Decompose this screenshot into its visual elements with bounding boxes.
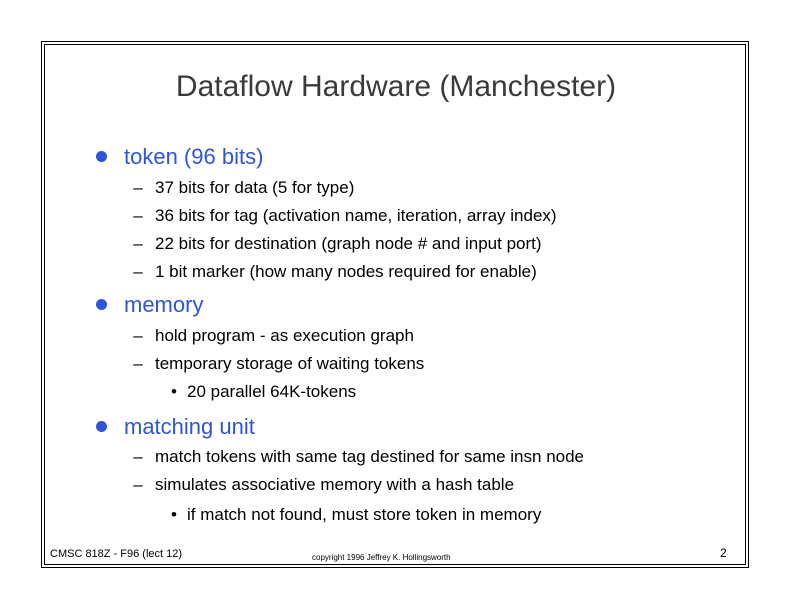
bullet-dot-icon: [96, 421, 107, 432]
bullet-heading-text: token (96 bits): [124, 144, 264, 169]
sub-list-item: • if match not found, must store token i…: [171, 505, 542, 525]
sub-list-item-text: 20 parallel 64K-tokens: [187, 382, 357, 401]
dash-icon: –: [133, 234, 143, 253]
bullet-heading-matching-unit: matching unit: [96, 414, 255, 440]
dash-icon: –: [133, 206, 143, 225]
sub-list-item-text: if match not found, must store token in …: [187, 505, 542, 524]
list-item-text: 37 bits for data (5 for type): [155, 178, 355, 197]
list-item: – 1 bit marker (how many nodes required …: [133, 262, 537, 282]
list-item: – 22 bits for destination (graph node # …: [133, 234, 542, 254]
bullet-heading-text: matching unit: [124, 414, 255, 439]
bullet-heading-token: token (96 bits): [96, 144, 264, 170]
list-item-text: 22 bits for destination (graph node # an…: [155, 234, 542, 253]
dash-icon: –: [133, 178, 143, 197]
sub-list-item: • 20 parallel 64K-tokens: [171, 382, 357, 402]
slide-body: token (96 bits) – 37 bits for data (5 fo…: [0, 0, 792, 612]
dash-icon: –: [133, 447, 143, 466]
dash-icon: –: [133, 354, 143, 373]
list-item-text: 1 bit marker (how many nodes required fo…: [155, 262, 537, 281]
bullet-dot-icon: [96, 151, 107, 162]
sub-bullet-icon: •: [171, 382, 177, 401]
bullet-dot-icon: [96, 299, 107, 310]
list-item-text: temporary storage of waiting tokens: [155, 354, 425, 373]
sub-bullet-icon: •: [171, 505, 177, 524]
list-item: – hold program - as execution graph: [133, 326, 414, 346]
bullet-heading-memory: memory: [96, 292, 204, 318]
list-item: – 37 bits for data (5 for type): [133, 178, 355, 198]
list-item-text: match tokens with same tag destined for …: [155, 447, 585, 466]
dash-icon: –: [133, 326, 143, 345]
bullet-heading-text: memory: [124, 292, 204, 317]
dash-icon: –: [133, 262, 143, 281]
page-number: 2: [720, 546, 727, 560]
footer-course: CMSC 818Z - F96 (lect 12): [50, 548, 183, 560]
list-item: – match tokens with same tag destined fo…: [133, 447, 585, 467]
list-item: – simulates associative memory with a ha…: [133, 475, 515, 495]
list-item: – temporary storage of waiting tokens: [133, 354, 425, 374]
dash-icon: –: [133, 475, 143, 494]
list-item: – 36 bits for tag (activation name, iter…: [133, 206, 557, 226]
list-item-text: simulates associative memory with a hash…: [155, 475, 515, 494]
footer-copyright: copyright 1996 Jeffrey K. Hollingsworth: [312, 553, 451, 562]
list-item-text: hold program - as execution graph: [155, 326, 414, 345]
list-item-text: 36 bits for tag (activation name, iterat…: [155, 206, 557, 225]
